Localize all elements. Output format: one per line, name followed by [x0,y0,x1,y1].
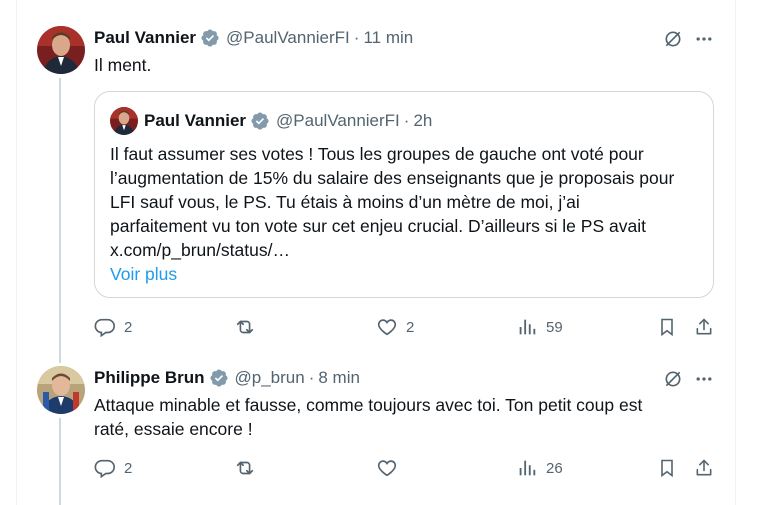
reply-icon [94,457,116,479]
repost-icon [234,457,256,479]
quoted-tweet[interactable]: Paul Vannier @PaulVannierFI · 2h Il faut… [94,91,714,298]
share-icon[interactable] [693,316,715,338]
avatar[interactable] [37,26,85,74]
reply-count: 2 [124,459,133,477]
repost-icon [234,316,256,338]
timeline-left-border [16,0,17,505]
text-line: Il faut assumer ses votes ! Tous les gro… [110,144,644,164]
like-count: 2 [406,318,415,336]
text-line: l’augmentation de 15% du salaire des ens… [110,168,675,188]
thread-connector [59,78,61,363]
quoted-author-handle[interactable]: @PaulVannierFI [276,111,400,131]
quoted-author-name[interactable]: Paul Vannier [144,111,246,131]
reply-icon [94,316,116,338]
views-icon [516,457,538,479]
bookmark-icon[interactable] [656,457,678,479]
reply-button[interactable]: 2 [94,316,132,338]
more-icon[interactable] [693,368,715,390]
more-icon[interactable] [693,28,715,50]
view-count: 26 [546,459,563,477]
like-icon [376,457,398,479]
views-button[interactable]: 26 [516,457,563,479]
like-button[interactable]: 2 [376,316,414,338]
author-handle[interactable]: @PaulVannierFI [226,28,350,48]
avatar[interactable] [110,107,138,135]
author-name[interactable]: Philippe Brun [94,368,205,388]
text-line: LFI sauf vous, le PS. Tu étais à moins d… [110,192,580,212]
author-handle[interactable]: @p_brun [235,368,305,388]
repost-button[interactable] [234,457,264,479]
repost-button[interactable] [234,316,264,338]
view-count: 59 [546,318,563,336]
quoted-tweet-text: Il faut assumer ses votes ! Tous les gro… [110,142,710,286]
verified-badge-icon [200,28,220,48]
timestamp[interactable]: 11 min [363,28,413,48]
quoted-timestamp[interactable]: 2h [413,111,432,131]
text-line: parfaitement vu ton vote sur cet enjeu c… [110,216,646,236]
text-line: Attaque minable et fausse, comme toujour… [94,395,643,415]
text-line: raté, essaie encore ! [94,419,253,439]
bookmark-icon[interactable] [656,316,678,338]
grok-icon[interactable] [662,28,684,50]
views-icon [516,316,538,338]
separator-dot: · [403,111,410,130]
avatar[interactable] [37,366,85,414]
like-icon [376,316,398,338]
timestamp[interactable]: 8 min [318,368,360,388]
verified-badge-icon [250,111,270,131]
show-more-link[interactable]: Voir plus [110,262,710,286]
separator-dot: · [353,28,360,47]
views-button[interactable]: 59 [516,316,563,338]
thread-connector [59,418,61,505]
text-line: x.com/p_brun/status/… [110,240,290,260]
like-button[interactable] [376,457,406,479]
author-name[interactable]: Paul Vannier [94,28,196,48]
reply-button[interactable]: 2 [94,457,132,479]
timeline-right-border [735,0,736,505]
grok-icon[interactable] [662,368,684,390]
tweet-text: Attaque minable et fausse, comme toujour… [94,393,714,441]
separator-dot: · [308,368,315,387]
verified-badge-icon [209,368,229,388]
tweet-text: Il ment. [94,55,152,75]
share-icon[interactable] [693,457,715,479]
reply-count: 2 [124,318,133,336]
